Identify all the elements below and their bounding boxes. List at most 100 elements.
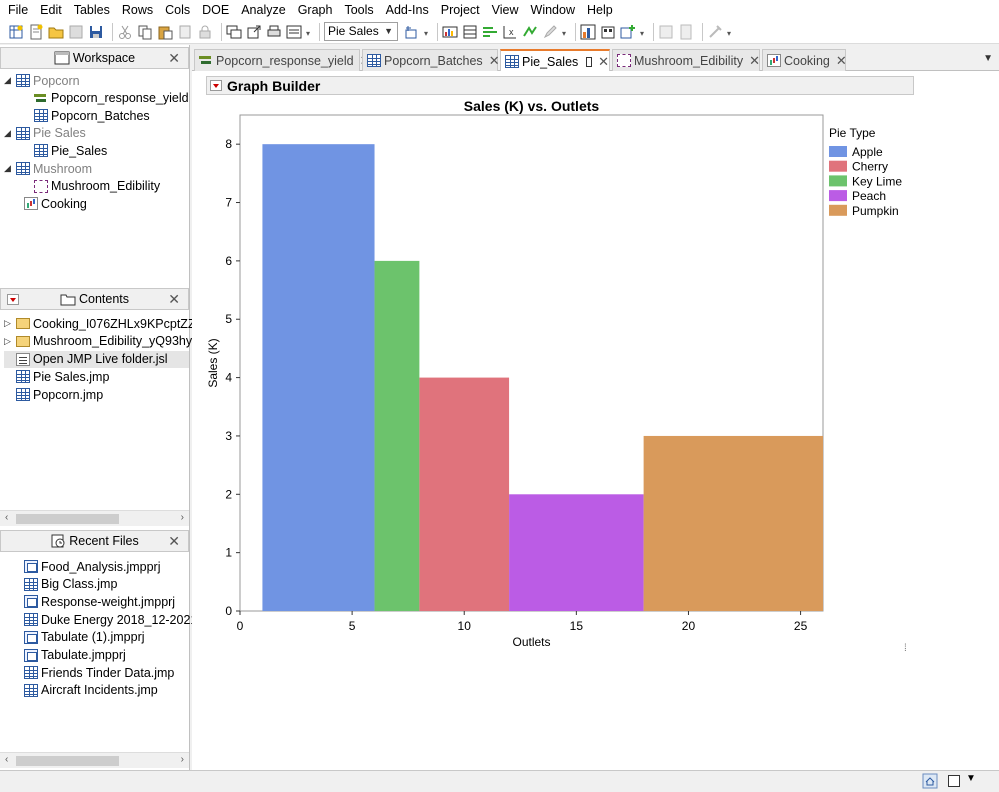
chevron-down-icon[interactable]: ▾	[640, 27, 646, 38]
tab-popcorn-response-yield[interactable]: Popcorn_response_yield✕	[194, 49, 371, 71]
close-icon[interactable]: ✕	[489, 53, 500, 69]
close-icon[interactable]: ✕	[168, 50, 180, 67]
contents-item[interactable]: Pie Sales.jmp	[4, 368, 109, 385]
recent-file-item[interactable]: Friends Tinder Data.jmp	[24, 664, 174, 681]
scroll-left-icon[interactable]: ‹	[5, 754, 8, 765]
contents-item[interactable]: ▷ Mushroom_Edibility_yQ93hy	[4, 333, 192, 350]
expand-triangle-icon[interactable]	[4, 372, 14, 382]
graph-builder-icon[interactable]	[580, 24, 596, 40]
recent-file-item[interactable]: Tabulate.jmpprj	[24, 647, 126, 664]
open-folder-icon[interactable]	[48, 24, 64, 40]
menu-rows[interactable]: Rows	[116, 0, 159, 20]
recent-file-item[interactable]: Tabulate (1).jmpprj	[24, 629, 145, 646]
paste-icon[interactable]	[157, 24, 173, 40]
collapse-triangle-icon[interactable]: ◢	[4, 163, 14, 174]
list-window-icon[interactable]	[286, 24, 302, 40]
table-properties-icon[interactable]	[404, 24, 420, 40]
scroll-left-icon[interactable]: ‹	[5, 512, 8, 523]
expand-triangle-icon[interactable]	[4, 390, 14, 400]
menu-file[interactable]: File	[2, 0, 34, 20]
add-table-icon[interactable]	[620, 24, 636, 40]
menu-edit[interactable]: Edit	[34, 0, 68, 20]
item-label: Big Class.jmp	[41, 577, 118, 592]
save-icon[interactable]	[88, 24, 104, 40]
home-icon[interactable]	[922, 773, 938, 789]
item-label: Duke Energy 2018_12-2021_0	[41, 612, 212, 627]
menu-tools[interactable]: Tools	[338, 0, 379, 20]
distribution-icon[interactable]	[442, 24, 458, 40]
contents-horizontal-scrollbar[interactable]: ‹ ›	[0, 510, 189, 526]
workspace-item[interactable]: Popcorn_Batches	[34, 107, 150, 124]
tab-pie-sales[interactable]: Pie_Sales ✕	[500, 49, 610, 72]
tab-popcorn-batches[interactable]: Popcorn_Batches ✕	[362, 49, 500, 71]
expand-triangle-icon[interactable]: ▷	[4, 336, 14, 347]
close-icon[interactable]: ✕	[836, 53, 847, 69]
scroll-right-icon[interactable]: ›	[181, 512, 184, 523]
recent-file-item[interactable]: Response-weight.jmpprj	[24, 593, 175, 610]
close-icon[interactable]: ✕	[168, 533, 180, 550]
red-triangle-menu-icon[interactable]	[210, 80, 222, 91]
recent-file-item[interactable]: Big Class.jmp	[24, 576, 117, 593]
close-icon[interactable]: ✕	[749, 53, 760, 69]
close-icon[interactable]: ✕	[168, 291, 180, 308]
menu-view[interactable]: View	[486, 0, 525, 20]
menu-help[interactable]: Help	[581, 0, 619, 20]
menu-cols[interactable]: Cols	[159, 0, 196, 20]
bar-chart-icon[interactable]	[482, 24, 498, 40]
table-selector-dropdown[interactable]: Pie Sales ▼	[324, 22, 398, 41]
menu-analyze[interactable]: Analyze	[235, 0, 291, 20]
workspace-item[interactable]: Pie_Sales	[34, 142, 107, 159]
status-menu-dropdown-icon[interactable]: ▼	[966, 773, 976, 784]
workspace-item[interactable]: ◢ Mushroom	[4, 160, 92, 177]
workspace-item[interactable]: Popcorn_response_yield	[34, 90, 189, 107]
recent-file-item[interactable]: Duke Energy 2018_12-2021_0	[24, 611, 211, 628]
chevron-down-icon[interactable]: ▾	[424, 27, 430, 38]
workspace-item[interactable]: ◢ Pie Sales	[4, 125, 86, 142]
tabulate-icon[interactable]	[462, 24, 478, 40]
recent-file-item[interactable]: Food_Analysis.jmpprj	[24, 558, 161, 575]
expand-triangle-icon[interactable]: ▷	[4, 318, 14, 329]
window-state-icon[interactable]	[948, 775, 960, 787]
menu-graph[interactable]: Graph	[292, 0, 339, 20]
maximize-icon[interactable]	[586, 56, 593, 67]
collapse-triangle-icon[interactable]: ◢	[4, 75, 14, 86]
expand-triangle-icon[interactable]	[4, 354, 14, 364]
new-table-icon[interactable]	[8, 24, 24, 40]
fit-model-icon[interactable]	[522, 24, 538, 40]
recent-file-item[interactable]: Aircraft Incidents.jmp	[24, 682, 158, 699]
item-label: Food_Analysis.jmpprj	[41, 559, 161, 574]
scroll-right-icon[interactable]: ›	[181, 754, 184, 765]
menu-doe[interactable]: DOE	[196, 0, 235, 20]
menu-tables[interactable]: Tables	[68, 0, 116, 20]
collapse-triangle-icon[interactable]: ◢	[4, 128, 14, 139]
contents-item[interactable]: Open JMP Live folder.jsl	[4, 350, 189, 368]
copy-icon[interactable]	[137, 24, 153, 40]
print-icon[interactable]	[266, 24, 282, 40]
menu-add-ins[interactable]: Add-Ins	[380, 0, 435, 20]
export-icon[interactable]	[246, 24, 262, 40]
building-icon[interactable]	[600, 24, 616, 40]
tab-cooking[interactable]: Cooking ✕	[762, 49, 847, 71]
fit-y-by-x-icon[interactable]: x	[502, 24, 518, 40]
red-triangle-menu-icon[interactable]	[7, 294, 19, 305]
contents-item[interactable]: Popcorn.jmp	[4, 386, 103, 403]
menu-project[interactable]: Project	[435, 0, 486, 20]
menu-window[interactable]: Window	[525, 0, 581, 20]
chevron-down-icon[interactable]: ▾	[306, 27, 312, 38]
workspace-item[interactable]: Cooking	[24, 195, 87, 212]
workspace-item[interactable]: ◢ Popcorn	[4, 72, 80, 89]
tab-mushroom-edibility[interactable]: Mushroom_Edibility ✕	[612, 49, 760, 71]
close-icon[interactable]: ✕	[598, 54, 609, 70]
clipboard-gray-icon	[177, 24, 193, 40]
tab-list-dropdown-icon[interactable]: ▼	[983, 53, 993, 64]
workspace-item[interactable]: Mushroom_Edibility	[34, 178, 160, 195]
chevron-down-icon[interactable]: ▾	[562, 27, 568, 38]
scrollbar-thumb[interactable]	[16, 514, 119, 524]
contents-item[interactable]: ▷ Cooking_I076ZHLx9KPcptZZ:	[4, 315, 199, 332]
recent-horizontal-scrollbar[interactable]: ‹ ›	[0, 752, 189, 768]
window-list-icon[interactable]	[226, 24, 242, 40]
new-script-icon[interactable]	[28, 24, 44, 40]
legend-title: Pie Type	[829, 126, 876, 140]
scrollbar-thumb[interactable]	[16, 756, 119, 766]
chevron-down-icon[interactable]: ▾	[727, 27, 733, 38]
